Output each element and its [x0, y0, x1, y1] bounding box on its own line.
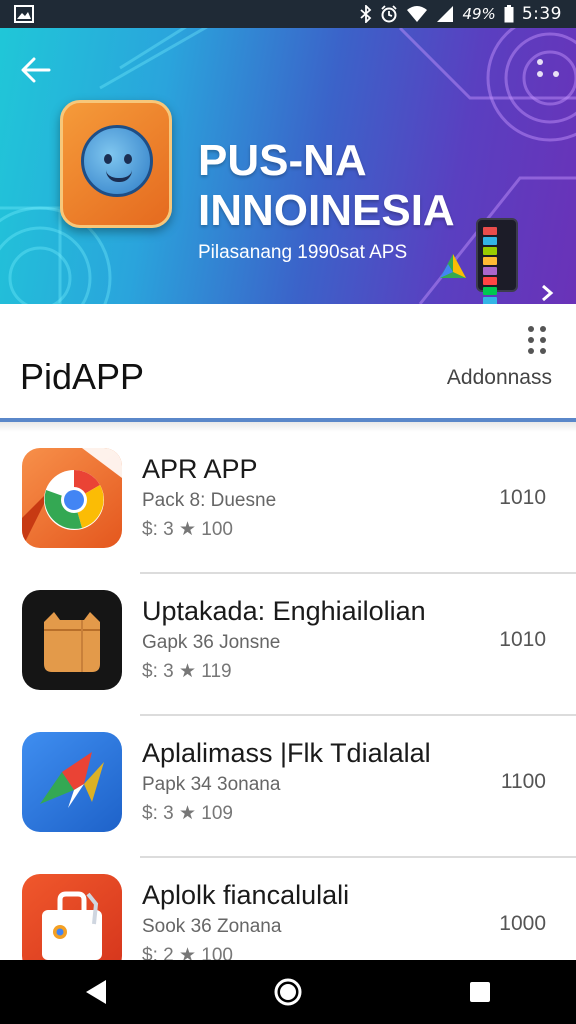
banner-title: PUS-NA INNOINESIA: [198, 136, 455, 236]
list-item[interactable]: Aplalimass |Flk Tdialalal Papk 34 3onana…: [0, 716, 576, 858]
more-vert-icon: [528, 326, 534, 332]
list-item[interactable]: APR APP Pack 8: Duesne $: 3 ★ 100 1010: [0, 432, 576, 574]
app-subtitle: Gapk 36 Jonsne: [142, 632, 281, 653]
clock: 5:39: [521, 4, 562, 24]
app-subtitle: Pack 8: Duesne: [142, 490, 277, 511]
chevron-right-icon: [542, 284, 554, 302]
more-options-button[interactable]: [526, 324, 550, 356]
bluetooth-icon: [360, 5, 372, 23]
triangle-back-icon: [86, 980, 106, 1004]
app-title: Aplalimass |Flk Tdialalal: [142, 738, 431, 768]
arrow-left-icon: [21, 57, 51, 83]
maps-icon: [22, 732, 122, 832]
nav-home-button[interactable]: [258, 962, 318, 1022]
alarm-icon: [380, 5, 398, 23]
screen: 49% 5:39 PUS-NA INNOINESIA Pilasanang 19…: [0, 0, 576, 1024]
banner-app-logo: [60, 100, 172, 228]
image-icon: [14, 5, 34, 23]
navigation-bar: [0, 960, 576, 1024]
app-size: 1100: [500, 770, 546, 793]
square-recents-icon: [470, 982, 490, 1002]
wifi-icon: [406, 5, 428, 23]
banner-subtitle: Pilasanang 1990sat APS: [198, 242, 408, 263]
app-rating: $: 3 ★ 119: [142, 661, 232, 682]
app-list: APR APP Pack 8: Duesne $: 3 ★ 100 1010 U…: [0, 432, 576, 1000]
app-size: 1000: [499, 912, 546, 935]
chrome-icon: [22, 448, 122, 548]
nav-recents-button[interactable]: [450, 962, 510, 1022]
app-size: 1010: [499, 628, 546, 651]
banner-title-line1: PUS-NA: [198, 136, 367, 185]
mascot-icon: [81, 125, 153, 197]
phone-illustration: [476, 218, 518, 304]
battery-icon: [504, 5, 514, 23]
app-title: APR APP: [142, 454, 258, 484]
app-subtitle: Papk 34 3onana: [142, 774, 281, 795]
app-title: Uptakada: Enghiailolian: [142, 596, 426, 626]
status-bar: 49% 5:39: [0, 0, 576, 28]
app-rating: $: 3 ★ 109: [142, 803, 233, 824]
header-action-link[interactable]: Addonnass: [447, 366, 552, 390]
app-title: Aplolk fiancalulali: [142, 880, 350, 910]
back-button[interactable]: [16, 50, 56, 90]
circle-home-icon: [274, 978, 302, 1006]
header-shadow: [0, 422, 576, 432]
banner-next-button[interactable]: [540, 284, 554, 304]
app-rating: $: 3 ★ 100: [142, 519, 233, 540]
briefcase-icon: [22, 874, 122, 974]
nav-back-button[interactable]: [66, 962, 126, 1022]
signal-icon: [436, 5, 454, 23]
banner-title-line2: INNOINESIA: [198, 186, 455, 235]
battery-percent: 49%: [462, 5, 496, 23]
app-header: PidAPP Addonnass: [0, 304, 576, 424]
bag-icon: [22, 590, 122, 690]
hero-banner: PUS-NA INNOINESIA Pilasanang 1990sat APS: [0, 28, 576, 304]
list-item[interactable]: Uptakada: Enghiailolian Gapk 36 Jonsne $…: [0, 574, 576, 716]
app-subtitle: Sook 36 Zonana: [142, 916, 282, 937]
page-title: PidAPP: [20, 356, 145, 397]
app-size: 1010: [499, 486, 546, 509]
play-store-icon: [440, 254, 466, 278]
